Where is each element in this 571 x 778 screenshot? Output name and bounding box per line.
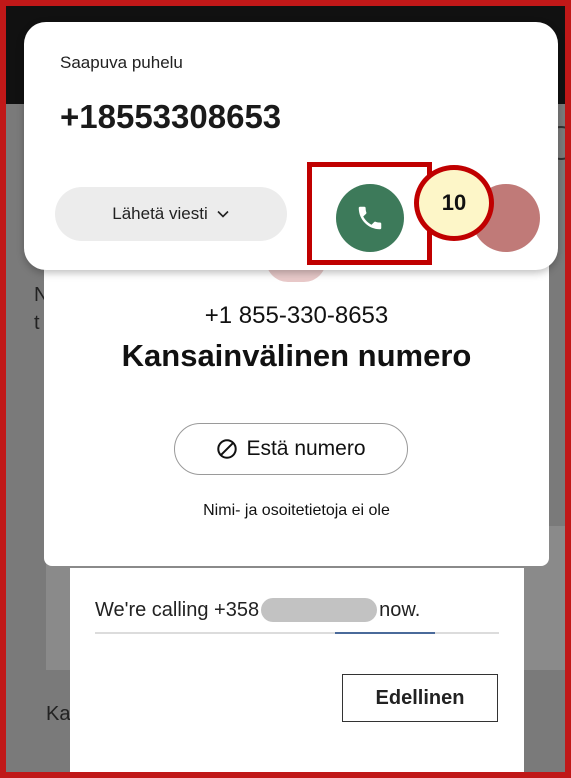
calling-prefix: We're calling +358	[95, 598, 260, 621]
contact-number: +1 855-330-8653	[204, 302, 389, 329]
block-number-label: Estä numero	[246, 437, 366, 460]
contact-title: Kansainvälinen numero	[121, 338, 472, 373]
caller-number: +18553308653	[60, 98, 282, 135]
block-number-button[interactable]: Estä numero	[174, 423, 408, 475]
progress-accent	[335, 632, 435, 634]
block-icon	[217, 439, 238, 459]
calling-panel: We're calling +358 now. Edellinen	[70, 568, 524, 772]
step-badge: 10	[414, 165, 494, 241]
divider	[95, 632, 499, 634]
incoming-call-label: Saapuva puhelu	[60, 53, 183, 72]
previous-button[interactable]: Edellinen	[342, 674, 498, 722]
redacted-number	[261, 598, 378, 622]
send-message-button[interactable]: Lähetä viesti	[55, 187, 287, 241]
chevron-down-icon	[217, 210, 229, 218]
send-message-label: Lähetä viesti	[112, 204, 208, 223]
calling-suffix: now.	[379, 598, 421, 621]
background-text: t	[34, 312, 40, 334]
highlight-box	[307, 162, 432, 265]
background-text: Ka	[46, 703, 71, 725]
no-info-text: Nimi- ja osoitetietoja ei ole	[203, 502, 390, 519]
contact-card: +1 855-330-8653 Kansainvälinen numero Es…	[44, 252, 549, 566]
calling-status: We're calling +358 now.	[95, 598, 420, 622]
